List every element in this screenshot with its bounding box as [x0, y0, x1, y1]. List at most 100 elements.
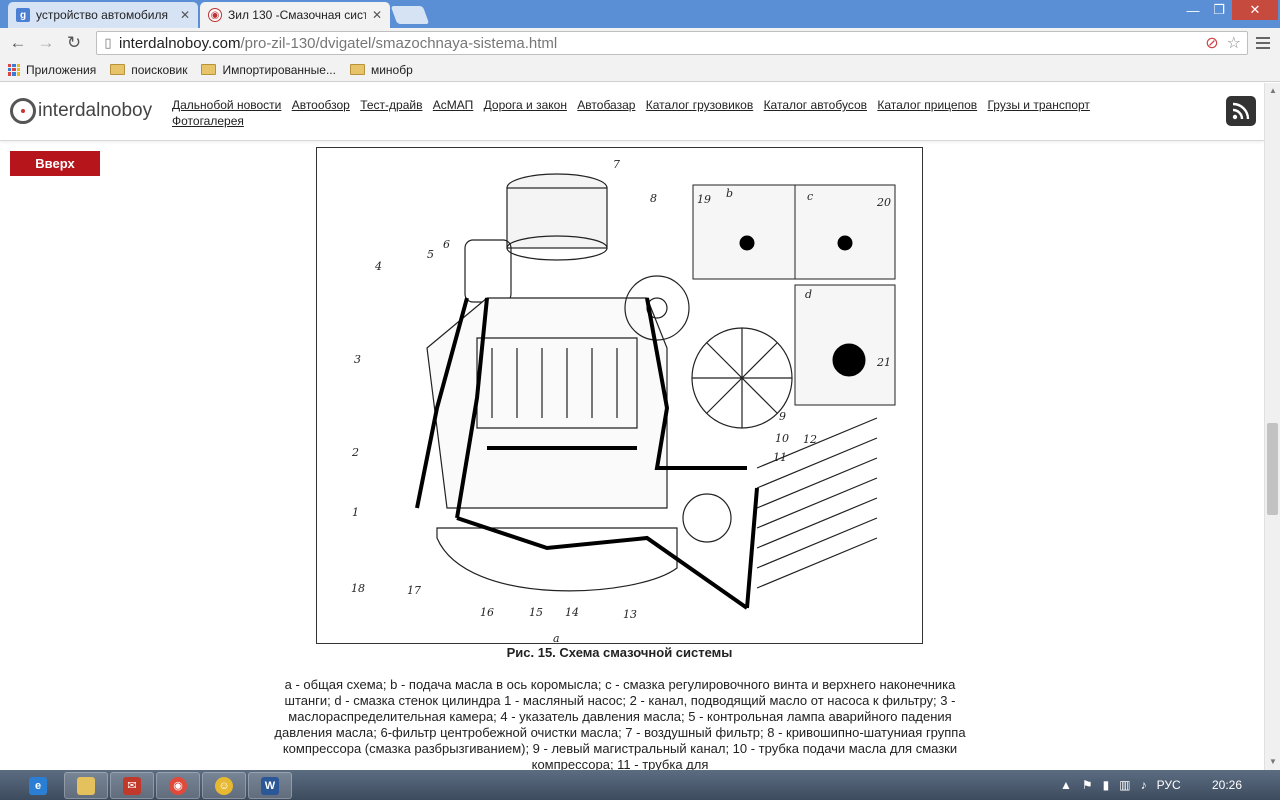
callout-number: 4	[374, 260, 382, 273]
callout-number: 3	[354, 353, 361, 366]
nav-link[interactable]: Тест-драйв	[360, 98, 422, 112]
panel-label: c	[807, 190, 813, 203]
maximize-button[interactable]: ❐	[1206, 0, 1232, 20]
nav-link[interactable]: Фотогалерея	[172, 114, 244, 128]
page-scrollbar[interactable]: ▲ ▼	[1264, 83, 1280, 770]
folder-icon	[110, 64, 126, 75]
page-icon: ▯	[104, 35, 112, 50]
callout-number: 20	[876, 196, 891, 209]
site-logo[interactable]: interdalnoboy	[10, 98, 152, 124]
bookmark-apps[interactable]: Приложения	[8, 63, 96, 77]
url-host: interdalnoboy.com	[119, 34, 241, 52]
folder-icon	[77, 776, 95, 795]
bookmark-label: поисковик	[131, 62, 188, 77]
google-icon: g	[16, 8, 30, 22]
nav-link[interactable]: Автобазар	[577, 98, 635, 112]
bookmark-folder[interactable]: минобр	[349, 62, 413, 77]
callout-number: 8	[650, 192, 657, 205]
callout-number: 19	[697, 193, 711, 206]
callout-number: 10	[775, 432, 789, 445]
taskbar-word[interactable]: W	[248, 772, 292, 799]
clock[interactable]: 20:26	[1212, 778, 1242, 792]
blocked-icon[interactable]: ⊘	[1205, 33, 1218, 53]
forward-icon[interactable]: →	[34, 32, 58, 54]
figure-description: a - общая схема; b - подача масла в ось …	[274, 677, 966, 772]
panel-label: d	[805, 288, 812, 301]
volume-icon[interactable]: ♪	[1141, 778, 1147, 792]
nav-link[interactable]: Автообзор	[292, 98, 350, 112]
site-icon: ◉	[208, 8, 222, 22]
network-icon[interactable]: ▮	[1103, 778, 1110, 792]
folder-icon	[349, 64, 365, 75]
panel-label: a	[553, 632, 560, 643]
taskbar-ie[interactable]: e	[16, 772, 60, 799]
close-icon[interactable]: ✕	[372, 8, 382, 22]
callout-number: 11	[773, 451, 787, 464]
show-hidden-icon[interactable]: ▲	[1060, 778, 1072, 792]
callout-number: 16	[480, 606, 494, 619]
nav-link[interactable]: Каталог автобусов	[764, 98, 867, 112]
word-icon: W	[261, 776, 279, 795]
taskbar-app[interactable]: ☺	[202, 772, 246, 799]
callout-number: 5	[427, 248, 434, 261]
minimize-button[interactable]: —	[1180, 0, 1206, 20]
bookmark-label: Приложения	[26, 62, 97, 77]
scroll-up-icon[interactable]: ▲	[1269, 86, 1277, 95]
close-window-button[interactable]: ✕	[1232, 0, 1278, 20]
tab-google-search[interactable]: g устройство автомобиля ✕	[8, 2, 198, 28]
close-icon[interactable]: ✕	[180, 8, 190, 22]
bookmark-label: минобр	[370, 62, 413, 77]
taskbar-app[interactable]: ✉	[110, 772, 154, 799]
taskbar-explorer[interactable]	[64, 772, 108, 799]
lubrication-system-figure: b c d a 1 2 3 4 5 6 7 8 9 10 11 12 13 14…	[316, 147, 923, 644]
star-icon[interactable]: ☆	[1227, 33, 1241, 53]
language-indicator[interactable]: РУС	[1157, 778, 1181, 792]
nav-link[interactable]: Каталог грузовиков	[646, 98, 753, 112]
tab-zil130[interactable]: ◉ Зил 130 -Смазочная сист ✕	[200, 2, 390, 28]
tab-label: Зил 130 -Смазочная сист	[228, 8, 366, 22]
app-icon: ✉	[123, 776, 141, 795]
signal-icon[interactable]: ▥	[1119, 778, 1130, 792]
bookmarks-bar: Приложения поисковик Импортированные... …	[0, 58, 1280, 82]
steering-wheel-icon	[10, 98, 36, 124]
nav-link[interactable]: Дальнобой новости	[172, 98, 281, 112]
scroll-down-icon[interactable]: ▼	[1269, 757, 1277, 766]
scroll-to-top-button[interactable]: Вверх	[10, 151, 100, 176]
callout-number: 13	[623, 608, 637, 621]
nav-link[interactable]: Грузы и транспорт	[987, 98, 1089, 112]
back-icon[interactable]: ←	[6, 32, 30, 54]
callout-number: 17	[407, 584, 421, 597]
site-header: interdalnoboy Дальнобой новости Автообзо…	[0, 83, 1264, 141]
main-nav: Дальнобой новости Автообзор Тест-драйв А…	[172, 97, 1172, 129]
callout-number: 6	[443, 238, 450, 251]
callout-number: 21	[876, 356, 891, 369]
callout-number: 9	[779, 410, 786, 423]
bookmark-label: Импортированные...	[222, 62, 336, 77]
scrollbar-thumb[interactable]	[1267, 423, 1278, 515]
figure-caption: Рис. 15. Схема смазочной системы	[506, 645, 733, 660]
menu-icon[interactable]	[1254, 34, 1272, 52]
system-tray: ▲ ⚑ ▮ ▥ ♪ РУС	[1060, 770, 1181, 800]
tab-label: устройство автомобиля	[36, 8, 168, 22]
windows-taskbar: e ✉ ◉ ☺ W ▲ ⚑ ▮ ▥ ♪ РУС 20:26	[0, 770, 1280, 800]
nav-link[interactable]: Дорога и закон	[484, 98, 567, 112]
ie-icon: e	[29, 776, 47, 795]
folder-icon	[201, 64, 217, 75]
apps-icon	[8, 63, 20, 76]
address-bar[interactable]: ▯ interdalnoboy.com/pro-zil-130/dvigatel…	[96, 31, 1248, 55]
callout-number: 2	[351, 446, 359, 459]
logo-text: interdalnoboy	[38, 100, 153, 121]
reload-icon[interactable]: ↻	[62, 32, 86, 54]
taskbar-chrome[interactable]: ◉	[156, 772, 200, 799]
nav-link[interactable]: АсМАП	[433, 98, 474, 112]
engine-diagram: b c d a 1 2 3 4 5 6 7 8 9 10 11 12 13 14…	[351, 158, 896, 643]
callout-number: 15	[529, 606, 543, 619]
flag-icon[interactable]: ⚑	[1082, 778, 1093, 792]
new-tab-button[interactable]	[390, 6, 430, 24]
rss-icon[interactable]	[1226, 96, 1256, 126]
bookmark-folder[interactable]: Импортированные...	[201, 62, 336, 77]
callout-number: 7	[613, 158, 620, 171]
callout-number: 1	[352, 506, 359, 519]
nav-link[interactable]: Каталог прицепов	[877, 98, 977, 112]
bookmark-folder[interactable]: поисковик	[110, 63, 187, 77]
